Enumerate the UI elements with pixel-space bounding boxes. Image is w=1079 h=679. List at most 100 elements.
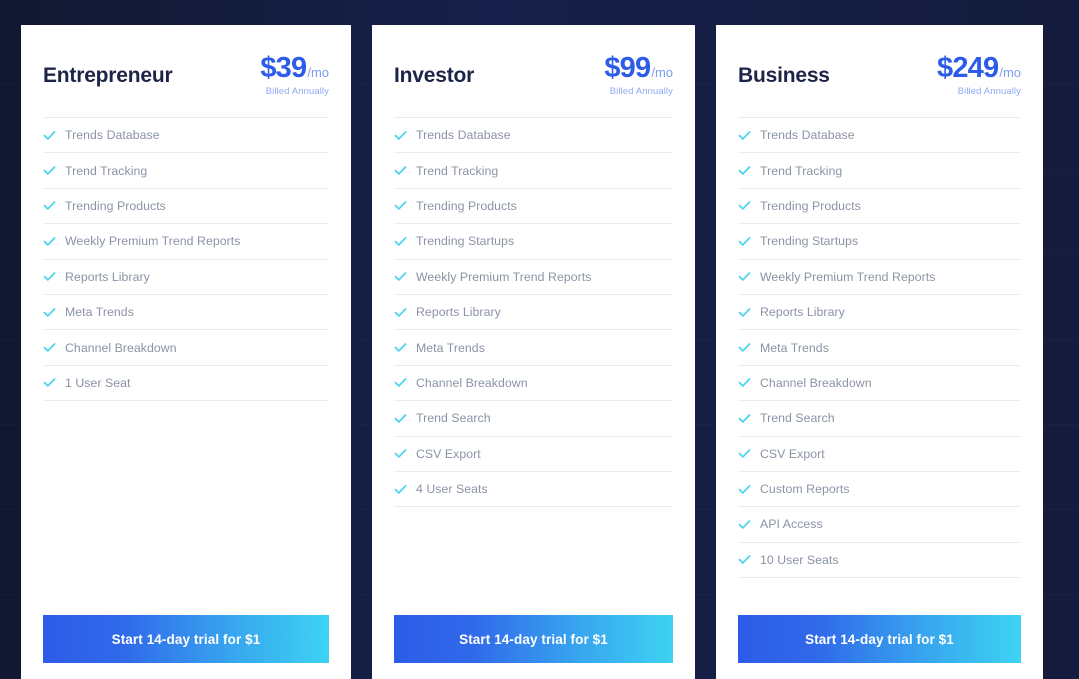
feature-item: API Access [738, 507, 1021, 543]
check-icon [43, 376, 56, 389]
feature-label: Reports Library [760, 305, 845, 320]
plan-price-block: $249/mo Billed Annually [937, 50, 1021, 97]
check-icon [394, 412, 407, 425]
plan-price-line: $99/mo [604, 52, 673, 85]
plan-name: Entrepreneur [43, 64, 173, 87]
feature-item: Custom Reports [738, 472, 1021, 508]
feature-item: Trends Database [43, 118, 329, 154]
feature-item: Meta Trends [738, 330, 1021, 366]
feature-item: Reports Library [394, 295, 673, 331]
feature-item: CSV Export [394, 437, 673, 472]
feature-item: 4 User Seats [394, 472, 673, 508]
feature-item: Meta Trends [394, 330, 673, 366]
check-icon [43, 235, 56, 248]
start-trial-button[interactable]: Start 14-day trial for $1 [738, 615, 1021, 663]
feature-item: Trending Startups [738, 224, 1021, 260]
feature-item: Channel Breakdown [394, 366, 673, 402]
feature-item: Trending Products [43, 189, 329, 225]
plan-name: Investor [394, 64, 475, 87]
feature-label: CSV Export [760, 446, 825, 461]
check-icon [738, 447, 751, 460]
check-icon [738, 235, 751, 248]
check-icon [394, 235, 407, 248]
check-icon [738, 270, 751, 283]
check-icon [738, 164, 751, 177]
feature-label: Trending Startups [760, 234, 859, 249]
feature-item: Trend Tracking [738, 153, 1021, 189]
check-icon [43, 129, 56, 142]
check-icon [738, 199, 751, 212]
feature-label: Reports Library [65, 269, 150, 284]
plan-name: Business [738, 64, 830, 87]
feature-label: Channel Breakdown [760, 375, 872, 390]
feature-label: Trending Products [65, 198, 166, 213]
plan-price-period: /mo [999, 65, 1021, 80]
feature-label: 1 User Seat [65, 375, 131, 390]
plan-price-line: $39/mo [260, 52, 329, 85]
feature-item: Channel Breakdown [738, 366, 1021, 402]
check-icon [738, 341, 751, 354]
feature-label: CSV Export [416, 446, 481, 461]
cta-spacer [738, 578, 1021, 615]
feature-label: Trends Database [65, 128, 160, 143]
feature-item: Trending Startups [394, 224, 673, 260]
feature-label: Channel Breakdown [65, 340, 177, 355]
feature-item: Trends Database [738, 118, 1021, 154]
check-icon [394, 447, 407, 460]
feature-label: API Access [760, 517, 823, 532]
plan-price-line: $249/mo [937, 52, 1021, 85]
feature-label: Trends Database [416, 128, 511, 143]
feature-label: Trend Tracking [760, 163, 843, 178]
check-icon [738, 553, 751, 566]
plan-price-period: /mo [307, 65, 329, 80]
plan-billing-note: Billed Annually [609, 86, 673, 97]
feature-label: 4 User Seats [416, 482, 488, 497]
cta-spacer [394, 507, 673, 615]
check-icon [738, 483, 751, 496]
feature-label: Meta Trends [65, 305, 134, 320]
plan-card-header: Entrepreneur $39/mo Billed Annually [43, 25, 329, 117]
feature-item: Trending Products [394, 189, 673, 225]
plan-billing-note: Billed Annually [265, 86, 329, 97]
plan-price-block: $99/mo Billed Annually [604, 50, 673, 97]
check-icon [394, 341, 407, 354]
check-icon [43, 199, 56, 212]
pricing-plans-container: Entrepreneur $39/mo Billed Annually Trends … [0, 0, 1079, 679]
check-icon [738, 376, 751, 389]
feature-item: Weekly Premium Trend Reports [738, 260, 1021, 295]
feature-label: Custom Reports [760, 482, 850, 497]
feature-label: Weekly Premium Trend Reports [65, 234, 241, 249]
feature-item: Reports Library [43, 260, 329, 295]
check-icon [394, 164, 407, 177]
feature-item: Trending Products [738, 189, 1021, 225]
feature-label: Reports Library [416, 305, 501, 320]
feature-label: Weekly Premium Trend Reports [416, 269, 592, 284]
feature-item: 1 User Seat [43, 366, 329, 402]
feature-item: Channel Breakdown [43, 330, 329, 366]
start-trial-button[interactable]: Start 14-day trial for $1 [43, 615, 329, 663]
plan-feature-list: Trends Database Trend Tracking Trending Pr… [738, 117, 1021, 579]
plan-card-header: Investor $99/mo Billed Annually [394, 25, 673, 117]
plan-card-investor: Investor $99/mo Billed Annually Trends Data… [372, 25, 695, 679]
plan-card-business: Business $249/mo Billed Annually Trends Dat… [716, 25, 1043, 679]
check-icon [394, 483, 407, 496]
check-icon [43, 341, 56, 354]
plan-price-amount: $39 [260, 52, 307, 84]
plan-price-amount: $99 [604, 52, 651, 84]
plan-price-period: /mo [651, 65, 673, 80]
feature-label: Channel Breakdown [416, 375, 528, 390]
feature-item: Weekly Premium Trend Reports [394, 260, 673, 295]
feature-item: Weekly Premium Trend Reports [43, 224, 329, 260]
check-icon [43, 164, 56, 177]
feature-label: Trend Search [760, 411, 835, 426]
plan-feature-list: Trends Database Trend Tracking Trending Pr… [43, 117, 329, 402]
feature-label: Meta Trends [416, 340, 485, 355]
start-trial-button[interactable]: Start 14-day trial for $1 [394, 615, 673, 663]
check-icon [738, 306, 751, 319]
check-icon [738, 518, 751, 531]
feature-label: Trend Tracking [416, 163, 499, 178]
check-icon [394, 129, 407, 142]
check-icon [738, 129, 751, 142]
feature-label: Weekly Premium Trend Reports [760, 269, 936, 284]
feature-label: Trending Products [416, 198, 517, 213]
